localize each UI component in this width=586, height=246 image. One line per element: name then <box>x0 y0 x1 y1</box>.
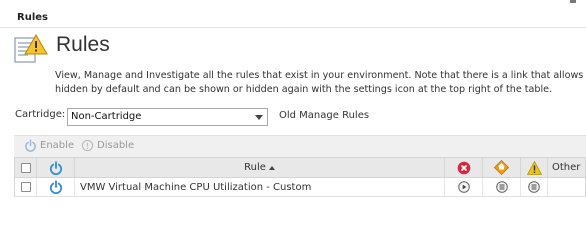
disable-label: Disable <box>97 140 135 151</box>
enable-button[interactable]: Enable <box>24 139 74 152</box>
fatal-icon <box>457 161 470 174</box>
row-checkbox-cell[interactable] <box>15 178 37 196</box>
page-description: View, Manage and Investigate all the rul… <box>55 69 586 97</box>
power-icon <box>49 160 62 175</box>
disable-icon <box>81 139 94 152</box>
old-manage-rules-link[interactable]: Old Manage Rules <box>279 110 369 121</box>
row-other-cell <box>548 178 586 196</box>
cartridge-selected-value: Non-Cartridge <box>71 111 142 122</box>
power-icon[interactable] <box>49 180 63 194</box>
row-power-cell[interactable] <box>37 178 75 196</box>
rules-warning-icon <box>14 34 48 63</box>
critical-icon <box>494 160 509 175</box>
page-title: Rules <box>56 33 110 56</box>
select-all-checkbox-cell[interactable] <box>15 158 37 177</box>
row-fatal-cell[interactable] <box>445 178 483 196</box>
other-column-header[interactable]: Other <box>548 158 586 177</box>
power-icon <box>25 139 36 152</box>
play-icon[interactable] <box>457 181 470 193</box>
select-all-checkbox[interactable] <box>20 162 31 173</box>
row-checkbox[interactable] <box>20 182 31 192</box>
description-line-1: View, Manage and Investigate all the rul… <box>55 70 586 81</box>
rule-column-header[interactable]: Rule <box>75 158 445 177</box>
fatal-column-header[interactable] <box>445 158 483 177</box>
row-critical-cell[interactable] <box>483 178 521 196</box>
list-icon[interactable] <box>495 181 508 193</box>
sort-asc-icon <box>268 165 275 170</box>
row-warning-cell[interactable] <box>521 178 548 196</box>
rule-column-label: Rule <box>244 162 266 173</box>
cartridge-select[interactable]: Non-Cartridge <box>67 108 268 126</box>
cartridge-label: Cartridge: <box>15 109 66 120</box>
rule-name-cell[interactable]: VMW Virtual Machine CPU Utilization - Cu… <box>75 178 445 196</box>
window-corner-mark <box>570 0 576 3</box>
list-icon[interactable] <box>528 181 540 193</box>
toolbar: Enable Disable <box>14 135 586 157</box>
warning-icon <box>526 160 542 175</box>
header-divider <box>0 27 586 28</box>
critical-column-header[interactable] <box>483 158 521 177</box>
table-row[interactable]: VMW Virtual Machine CPU Utilization - Cu… <box>14 178 586 197</box>
rules-table: Rule Other VMW Virtual Machine CPU Utili… <box>14 157 586 197</box>
enable-label: Enable <box>40 140 75 151</box>
description-line-2: hidden by default and can be shown or hi… <box>55 84 553 95</box>
chevron-down-icon <box>255 115 263 120</box>
header-power-cell[interactable] <box>37 158 75 177</box>
breadcrumb[interactable]: Rules <box>17 12 48 23</box>
table-header: Rule Other <box>14 157 586 178</box>
disable-button[interactable]: Disable <box>81 139 134 152</box>
warning-column-header[interactable] <box>521 158 548 177</box>
